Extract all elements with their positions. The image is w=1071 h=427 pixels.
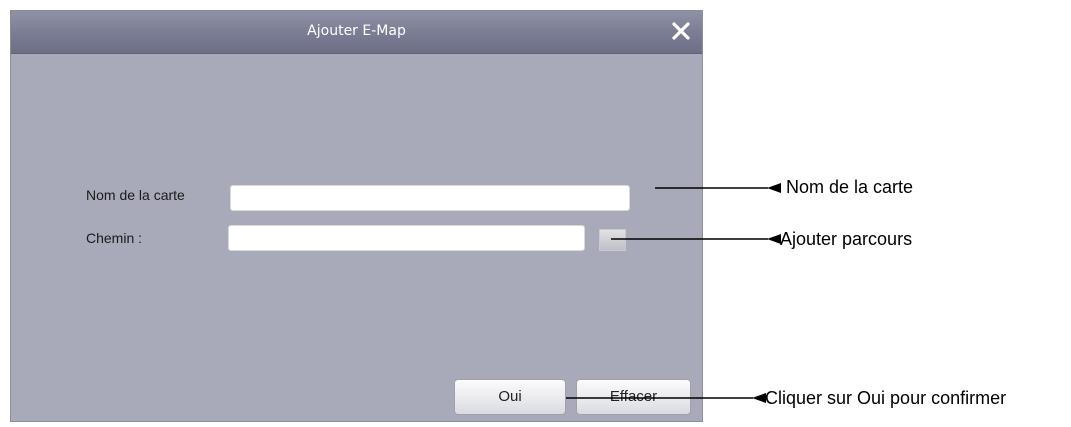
ok-button[interactable]: Oui [454, 379, 566, 415]
close-icon[interactable] [670, 20, 692, 42]
path-input[interactable] [228, 225, 585, 251]
dialog-title: Ajouter E-Map [307, 23, 406, 39]
dialog-titlebar[interactable]: Ajouter E-Map [11, 11, 702, 54]
clear-button[interactable]: Effacer [576, 379, 691, 415]
annotation-map-name: Nom de la carte [786, 177, 914, 197]
add-emap-dialog: Ajouter E-Map Nom de la carte Chemin : O… [10, 10, 703, 422]
browse-icon[interactable] [599, 229, 626, 251]
path-label: Chemin : [86, 230, 143, 246]
map-name-label: Nom de la carte [86, 187, 185, 203]
annotation-add-path: Ajouter parcours [780, 229, 913, 249]
map-name-input[interactable] [230, 185, 630, 211]
annotation-confirm: Cliquer sur Oui pour confirmer [765, 388, 1007, 408]
close-icon-glyph [672, 22, 690, 40]
screenshot-stage: Ajouter E-Map Nom de la carte Chemin : O… [0, 0, 1071, 427]
